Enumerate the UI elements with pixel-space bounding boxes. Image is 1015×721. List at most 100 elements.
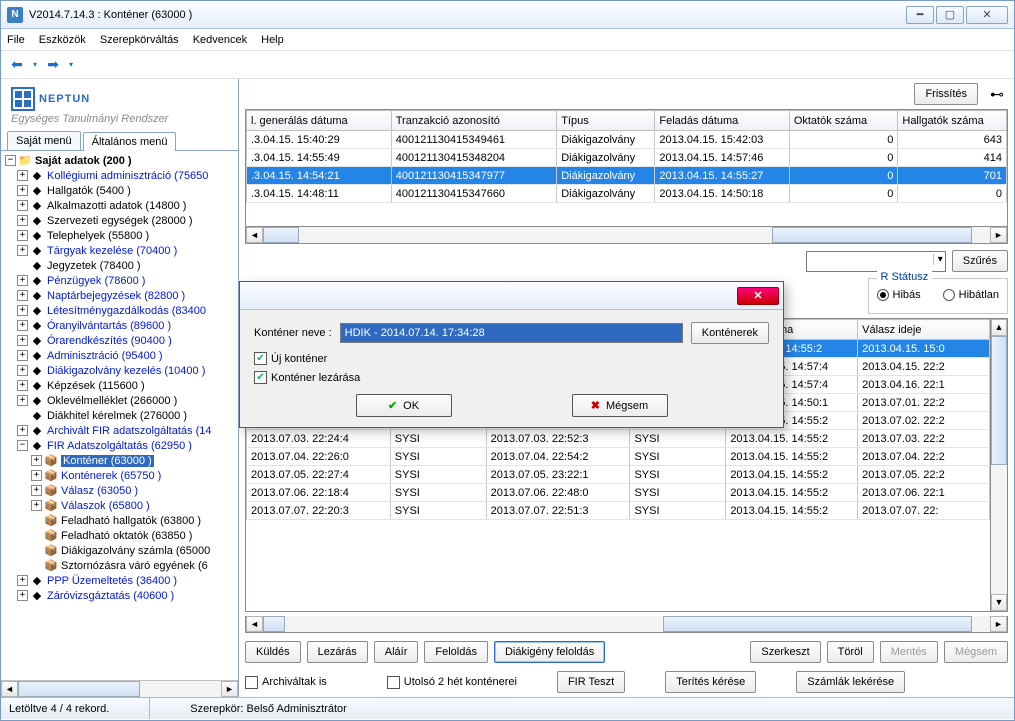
filter-combo[interactable] — [806, 251, 946, 272]
expander-icon[interactable]: + — [17, 230, 28, 241]
tree-item[interactable]: Válaszok (65800 ) — [61, 500, 150, 512]
tree-item[interactable]: Szervezeti egységek (28000 ) — [47, 215, 193, 227]
dialog-close-button[interactable]: ✕ — [737, 287, 779, 305]
table-row[interactable]: 2013.07.07. 22:20:3SYSI2013.07.07. 22:51… — [247, 502, 990, 520]
close-button2[interactable]: Lezárás — [307, 641, 368, 663]
expander-icon[interactable]: + — [17, 575, 28, 586]
new-container-checkbox[interactable]: ✔Új konténer — [254, 352, 769, 365]
containers-button[interactable]: Konténerek — [691, 322, 769, 344]
tree-item[interactable]: Képzések (115600 ) — [47, 380, 145, 392]
menu-roles[interactable]: Szerepkörváltás — [100, 34, 179, 46]
expander-icon[interactable]: + — [17, 335, 28, 346]
expander-icon[interactable]: + — [31, 455, 42, 466]
tree-item[interactable]: Kollégiumi adminisztráció (75650 — [47, 170, 208, 182]
scroll-right-icon[interactable]: ► — [990, 616, 1007, 632]
invoices-button[interactable]: Számlák lekérése — [796, 671, 905, 693]
scroll-thumb[interactable] — [263, 227, 299, 243]
tree-item[interactable]: Jegyzetek (78400 ) — [47, 260, 141, 272]
table-row[interactable]: .3.04.15. 14:48:11400121130415347660Diák… — [247, 185, 1007, 203]
sign-button[interactable]: Aláír — [374, 641, 419, 663]
tree-root[interactable]: Saját adatok (200 ) — [35, 155, 132, 167]
expander-icon[interactable]: + — [17, 320, 28, 331]
col-header[interactable]: Oktatók száma — [789, 111, 898, 131]
expander-icon[interactable]: − — [17, 440, 28, 451]
col-header[interactable]: Típus — [557, 111, 655, 131]
expander-icon[interactable]: + — [17, 290, 28, 301]
col-header[interactable]: Válasz ideje — [858, 320, 990, 340]
radio-hibatlan[interactable]: Hibátlan — [943, 289, 999, 301]
expander-icon[interactable]: + — [31, 485, 42, 496]
tree-item[interactable]: Oklevélmelléklet (266000 ) — [47, 395, 177, 407]
expander-icon[interactable]: + — [17, 245, 28, 256]
grid2-hscrollbar[interactable]: ◄ ► — [245, 616, 1008, 633]
close-button[interactable]: ✕ — [966, 6, 1008, 24]
tree-item[interactable]: Órarendkészítés (90400 ) — [47, 335, 172, 347]
expander-icon[interactable]: + — [17, 215, 28, 226]
expander-icon[interactable]: + — [17, 590, 28, 601]
last2weeks-checkbox[interactable]: Utolsó 2 hét konténerei — [387, 676, 517, 689]
tree-item[interactable]: Hallgatók (5400 ) — [47, 185, 131, 197]
radio-hibas[interactable]: Hibás — [877, 289, 921, 301]
table-row[interactable]: 2013.07.05. 22:27:4SYSI2013.07.05. 23:22… — [247, 466, 990, 484]
tree-item[interactable]: Sztornózásra váró egyének (6 — [61, 560, 208, 572]
col-header[interactable]: l. generálás dátuma — [247, 111, 392, 131]
tab-general-menu[interactable]: Általános menü — [83, 132, 177, 151]
scroll-thumb[interactable] — [663, 616, 972, 632]
dialog-ok-button[interactable]: ✔OK — [356, 394, 452, 417]
menu-help[interactable]: Help — [261, 34, 284, 46]
tree-item[interactable]: Tárgyak kezelése (70400 ) — [47, 245, 177, 257]
tree-item[interactable]: Alkalmazotti adatok (14800 ) — [47, 200, 186, 212]
tree-item[interactable]: Válasz (63050 ) — [61, 485, 138, 497]
table-row[interactable]: .3.04.15. 15:40:29400121130415349461Diák… — [247, 131, 1007, 149]
pin-icon[interactable]: ⊷ — [986, 86, 1008, 103]
table-row[interactable]: 2013.07.03. 22:24:4SYSI2013.07.03. 22:52… — [247, 430, 990, 448]
col-header[interactable]: Hallgatók száma — [898, 111, 1007, 131]
tab-own-menu[interactable]: Saját menü — [7, 131, 81, 150]
expander-icon[interactable]: + — [31, 500, 42, 511]
archived-checkbox[interactable]: Archiváltak is — [245, 676, 327, 689]
scroll-thumb[interactable] — [263, 616, 285, 632]
fir-test-button[interactable]: FIR Teszt — [557, 671, 625, 693]
tree-item-selected[interactable]: Konténer (63000 ) — [61, 455, 154, 467]
menu-tools[interactable]: Eszközök — [39, 34, 86, 46]
col-header[interactable]: Tranzakció azonosító — [391, 111, 556, 131]
nav-forward-button[interactable]: ➡ — [43, 55, 63, 75]
expander-icon[interactable]: + — [17, 185, 28, 196]
maximize-button[interactable]: ▢ — [936, 6, 964, 24]
tree-item[interactable]: Óranyilvántartás (89600 ) — [47, 320, 171, 332]
close-container-checkbox[interactable]: ✔Konténer lezárása — [254, 371, 769, 384]
scroll-left-icon[interactable]: ◄ — [246, 227, 263, 243]
table-row[interactable]: .3.04.15. 14:55:49400121130415348204Diák… — [247, 149, 1007, 167]
expander-icon[interactable]: + — [17, 425, 28, 436]
scroll-thumb[interactable] — [772, 227, 972, 243]
filter-button[interactable]: Szűrés — [952, 250, 1008, 272]
scroll-right-icon[interactable]: ► — [221, 681, 238, 697]
scroll-thumb[interactable] — [18, 681, 140, 697]
unlock-button[interactable]: Feloldás — [424, 641, 488, 663]
tree-item[interactable]: Naptárbejegyzések (82800 ) — [47, 290, 185, 302]
tree[interactable]: −📁Saját adatok (200 ) +◆Kollégiumi admin… — [1, 151, 238, 680]
tree-item[interactable]: Diákhitel kérelmek (276000 ) — [47, 410, 187, 422]
minimize-button[interactable]: ━ — [906, 6, 934, 24]
expander-icon[interactable]: + — [17, 395, 28, 406]
scroll-up-icon[interactable]: ▲ — [991, 319, 1007, 336]
dialog-cancel-button[interactable]: ✖Mégsem — [572, 394, 668, 417]
grid1-hscrollbar[interactable]: ◄ ► — [245, 227, 1008, 244]
scroll-thumb[interactable] — [991, 336, 1007, 465]
menu-favorites[interactable]: Kedvencek — [193, 34, 247, 46]
tree-hscrollbar[interactable]: ◄ ► — [1, 680, 238, 697]
table-row[interactable]: .3.04.15. 14:54:21400121130415347977Diák… — [247, 167, 1007, 185]
container-name-input[interactable] — [340, 323, 683, 343]
expander-icon[interactable]: + — [17, 200, 28, 211]
distribution-button[interactable]: Terítés kérése — [665, 671, 756, 693]
send-button[interactable]: Küldés — [245, 641, 301, 663]
tree-item[interactable]: Pénzügyek (78600 ) — [47, 275, 145, 287]
nav-forward-dropdown[interactable]: ▾ — [69, 60, 73, 69]
upper-grid[interactable]: l. generálás dátuma Tranzakció azonosító… — [245, 109, 1008, 227]
expander-icon[interactable]: + — [17, 305, 28, 316]
expander-icon[interactable]: + — [17, 350, 28, 361]
scroll-down-icon[interactable]: ▼ — [991, 594, 1007, 611]
tree-item[interactable]: Archivált FIR adatszolgáltatás (14 — [47, 425, 211, 437]
col-header[interactable]: Feladás dátuma — [655, 111, 789, 131]
refresh-button[interactable]: Frissítés — [914, 83, 978, 105]
